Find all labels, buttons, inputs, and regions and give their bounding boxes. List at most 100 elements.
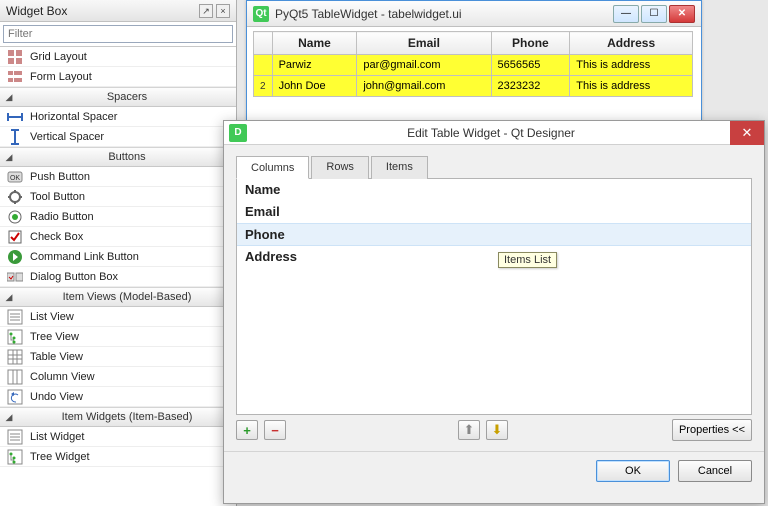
widget-item[interactable]: Table View bbox=[0, 347, 236, 367]
widget-item-label: Push Button bbox=[30, 171, 90, 183]
tab-columns[interactable]: Columns bbox=[236, 156, 309, 179]
table-widget[interactable]: NameEmailPhoneAddressParwizpar@gmail.com… bbox=[253, 31, 693, 97]
widget-item-label: List View bbox=[30, 311, 74, 323]
table-row[interactable]: Parwizpar@gmail.com5656565This is addres… bbox=[254, 55, 693, 76]
widget-category[interactable]: ◢Item Views (Model-Based) bbox=[0, 287, 236, 307]
widget-item[interactable]: Tree Widget bbox=[0, 447, 236, 467]
dialog-titlebar[interactable]: D Edit Table Widget - Qt Designer ✕ bbox=[224, 121, 764, 145]
table-icon bbox=[3, 348, 27, 366]
tab-rows[interactable]: Rows bbox=[311, 156, 369, 179]
widget-item[interactable]: Column View bbox=[0, 367, 236, 387]
widget-item[interactable]: Check Box bbox=[0, 227, 236, 247]
remove-button[interactable]: − bbox=[264, 420, 286, 440]
list-item[interactable]: Name bbox=[237, 179, 751, 201]
widget-item-label: Dialog Button Box bbox=[30, 271, 118, 283]
widget-item[interactable]: Undo View bbox=[0, 387, 236, 407]
widget-item-label: Check Box bbox=[30, 231, 83, 243]
widget-item[interactable]: Tool Button bbox=[0, 187, 236, 207]
preview-body: NameEmailPhoneAddressParwizpar@gmail.com… bbox=[247, 27, 701, 101]
filter-container bbox=[0, 22, 236, 47]
widget-box-title: Widget Box bbox=[6, 4, 67, 18]
widget-category[interactable]: ◢Buttons bbox=[0, 147, 236, 167]
grid-icon bbox=[3, 48, 27, 66]
table-row[interactable]: 2John Doejohn@gmail.com2323232This is ad… bbox=[254, 76, 693, 97]
tree-icon bbox=[3, 328, 27, 346]
widget-category[interactable]: ◢Item Widgets (Item-Based) bbox=[0, 407, 236, 427]
category-label: Item Widgets (Item-Based) bbox=[18, 411, 236, 423]
edit-table-dialog: D Edit Table Widget - Qt Designer ✕ Colu… bbox=[223, 120, 765, 504]
widget-item-label: Vertical Spacer bbox=[30, 131, 104, 143]
table-cell[interactable]: par@gmail.com bbox=[357, 55, 491, 76]
cancel-button[interactable]: Cancel bbox=[678, 460, 752, 482]
table-cell[interactable]: Parwiz bbox=[272, 55, 357, 76]
items-list-tooltip: Items List bbox=[498, 252, 557, 268]
minimize-button[interactable]: — bbox=[613, 5, 639, 23]
column-header[interactable]: Name bbox=[272, 32, 357, 55]
widget-item-label: Table View bbox=[30, 351, 83, 363]
column-icon bbox=[3, 368, 27, 386]
toolbar-row: + − ⬆ ⬇ Properties << bbox=[236, 415, 752, 445]
close-button[interactable]: ✕ bbox=[669, 5, 695, 23]
table-cell[interactable]: 2323232 bbox=[491, 76, 570, 97]
table-cell[interactable]: 5656565 bbox=[491, 55, 570, 76]
move-down-button[interactable]: ⬇ bbox=[486, 420, 508, 440]
category-label: Spacers bbox=[18, 91, 236, 103]
tree-icon bbox=[3, 448, 27, 466]
widget-item[interactable]: List View bbox=[0, 307, 236, 327]
table-cell[interactable]: This is address bbox=[570, 55, 693, 76]
collapse-icon: ◢ bbox=[0, 412, 18, 423]
list-icon bbox=[3, 308, 27, 326]
column-header[interactable]: Address bbox=[570, 32, 693, 55]
widget-item[interactable]: Horizontal Spacer bbox=[0, 107, 236, 127]
widget-box-panel: Widget Box ↗ × Grid LayoutForm Layout◢Sp… bbox=[0, 0, 237, 506]
widget-item-label: Radio Button bbox=[30, 211, 94, 223]
widget-item[interactable]: Dialog Button Box bbox=[0, 267, 236, 287]
widget-item[interactable]: OKPush Button bbox=[0, 167, 236, 187]
column-header[interactable]: Phone bbox=[491, 32, 570, 55]
column-header[interactable]: Email bbox=[357, 32, 491, 55]
close-icon[interactable]: × bbox=[216, 4, 230, 18]
widget-list: Grid LayoutForm Layout◢SpacersHorizontal… bbox=[0, 47, 236, 467]
widget-item[interactable]: Tree View bbox=[0, 327, 236, 347]
category-label: Item Views (Model-Based) bbox=[18, 291, 236, 303]
pin-icon[interactable]: ↗ bbox=[199, 4, 213, 18]
widget-category[interactable]: ◢Spacers bbox=[0, 87, 236, 107]
move-up-button[interactable]: ⬆ bbox=[458, 420, 480, 440]
widget-item[interactable]: Radio Button bbox=[0, 207, 236, 227]
window-buttons: — ☐ ✕ bbox=[613, 5, 695, 23]
list-item[interactable]: Email bbox=[237, 201, 751, 223]
list-item[interactable]: Phone bbox=[237, 223, 751, 246]
widget-item[interactable]: List Widget bbox=[0, 427, 236, 447]
add-button[interactable]: + bbox=[236, 420, 258, 440]
widget-item[interactable]: Command Link Button bbox=[0, 247, 236, 267]
vspacer-icon bbox=[3, 128, 27, 146]
table-cell[interactable]: This is address bbox=[570, 76, 693, 97]
list-item[interactable]: Address bbox=[237, 246, 751, 268]
widget-item-label: Grid Layout bbox=[30, 51, 87, 63]
dialog-close-button[interactable]: ✕ bbox=[730, 121, 764, 145]
preview-titlebar[interactable]: Qt PyQt5 TableWidget - tabelwidget.ui — … bbox=[247, 1, 701, 27]
widget-item[interactable]: Vertical Spacer bbox=[0, 127, 236, 147]
table-cell[interactable]: john@gmail.com bbox=[357, 76, 491, 97]
widget-item-label: Column View bbox=[30, 371, 95, 383]
ok-button[interactable]: OK bbox=[596, 460, 670, 482]
dialog-buttons: OK Cancel bbox=[224, 451, 764, 482]
widget-item-label: Tree View bbox=[30, 331, 79, 343]
corner-cell bbox=[254, 32, 273, 55]
widget-item[interactable]: Form Layout bbox=[0, 67, 236, 87]
tab-items[interactable]: Items bbox=[371, 156, 428, 179]
preview-window: Qt PyQt5 TableWidget - tabelwidget.ui — … bbox=[246, 0, 702, 122]
properties-button[interactable]: Properties << bbox=[672, 419, 752, 441]
maximize-button[interactable]: ☐ bbox=[641, 5, 667, 23]
row-number bbox=[254, 55, 273, 76]
dialog-tabs: ColumnsRowsItems bbox=[236, 155, 752, 179]
filter-input[interactable] bbox=[3, 25, 233, 43]
qt-icon: Qt bbox=[253, 6, 269, 22]
hspacer-icon bbox=[3, 108, 27, 126]
widget-item[interactable]: Grid Layout bbox=[0, 47, 236, 67]
preview-title-text: PyQt5 TableWidget - tabelwidget.ui bbox=[275, 7, 613, 21]
widget-item-label: Form Layout bbox=[30, 71, 92, 83]
ok-icon: OK bbox=[3, 168, 27, 186]
table-cell[interactable]: John Doe bbox=[272, 76, 357, 97]
columns-list[interactable]: NameEmailPhoneAddress bbox=[236, 179, 752, 415]
